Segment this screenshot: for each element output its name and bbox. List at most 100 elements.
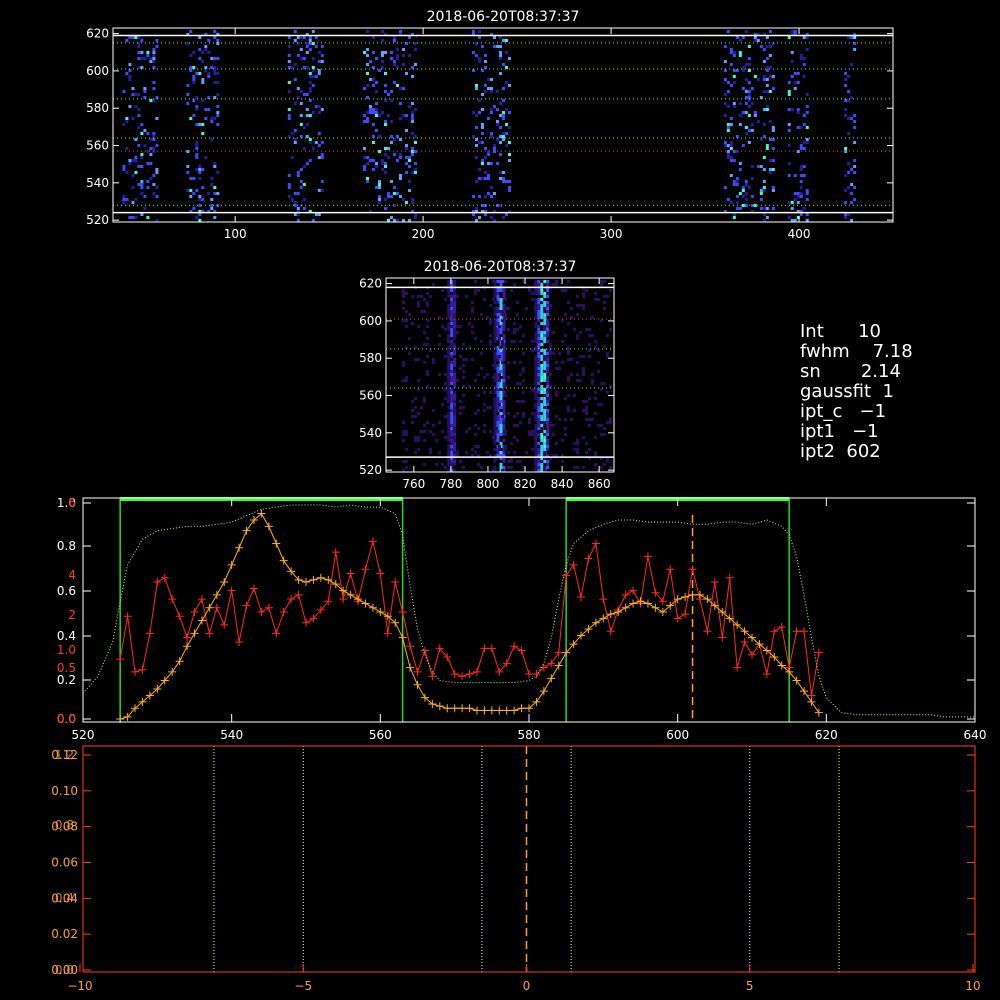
heatmap-pixel xyxy=(386,93,390,96)
heatmap-pixel xyxy=(847,90,851,93)
heatmap-pixel xyxy=(140,39,144,42)
heatmap-pixel xyxy=(493,439,497,442)
heatmap-pixel xyxy=(459,367,462,370)
heatmap-pixel xyxy=(493,355,497,358)
heatmap-pixel xyxy=(447,355,451,358)
heatmap-pixel xyxy=(489,186,493,189)
lower-xtick-label: −10 xyxy=(67,979,92,993)
profile-series-0-point xyxy=(413,667,422,676)
heatmap-pixel xyxy=(844,189,848,192)
heatmap-pixel xyxy=(513,331,516,334)
heatmap-pixel xyxy=(537,364,541,367)
heatmap-pixel xyxy=(207,192,211,195)
heatmap-pixel xyxy=(549,385,552,388)
heatmap-pixel xyxy=(790,30,794,33)
heatmap-pixel xyxy=(447,424,451,427)
heatmap-pixel xyxy=(531,388,534,391)
heatmap-pixel xyxy=(405,430,408,433)
heatmap-pixel xyxy=(474,207,478,210)
heatmap-pixel xyxy=(588,349,591,352)
heatmap-pixel xyxy=(293,204,297,207)
heatmap-pixel xyxy=(793,192,797,195)
heatmap-pixel xyxy=(543,322,547,325)
heatmap-pixel xyxy=(540,451,544,454)
heatmap-pixel xyxy=(299,57,303,60)
heatmap-pixel xyxy=(591,382,594,385)
heatmap-pixel xyxy=(756,39,760,42)
heatmap-pixel xyxy=(299,168,303,171)
heatmap-pixel xyxy=(122,201,126,204)
heatmap-pixel xyxy=(140,57,144,60)
profile-series-0-point xyxy=(406,642,415,651)
heatmap-pixel xyxy=(140,186,144,189)
heatmap-pixel xyxy=(140,180,144,183)
heatmap-pixel xyxy=(413,168,417,171)
heatmap-pixel xyxy=(447,361,451,364)
heatmap-pixel xyxy=(744,192,748,195)
heatmap-pixel xyxy=(537,349,541,352)
heatmap-pixel xyxy=(195,123,199,126)
heatmap-pixel xyxy=(450,382,454,385)
heatmap-pixel xyxy=(747,81,751,84)
profile-series-1-point xyxy=(264,522,273,531)
heatmap-pixel xyxy=(546,439,550,442)
heatmap-pixel xyxy=(492,298,495,301)
heatmap-pixel xyxy=(546,445,550,448)
heatmap-pixel xyxy=(499,352,503,355)
heatmap-pixel xyxy=(723,114,727,117)
heatmap-pixel xyxy=(471,331,474,334)
heatmap-pixel xyxy=(432,433,435,436)
heatmap-pixel xyxy=(489,108,493,111)
heatmap-pixel xyxy=(192,78,196,81)
heatmap-pixel xyxy=(735,195,739,198)
heatmap-pixel xyxy=(499,349,503,352)
heatmap-pixel xyxy=(389,141,393,144)
heatmap-pixel xyxy=(377,180,381,183)
heatmap-pixel xyxy=(531,412,534,415)
heatmap-pixel xyxy=(371,141,375,144)
profile-series-0-point xyxy=(220,620,229,629)
profile-series-0-point xyxy=(197,595,206,604)
heatmap-pixel xyxy=(302,198,306,201)
heatmap-pixel xyxy=(305,123,309,126)
profile-series-0-point xyxy=(681,610,690,619)
heatmap-pixel xyxy=(395,159,399,162)
heatmap-pixel xyxy=(499,400,503,403)
heatmap-1-ytick-label: 620 xyxy=(359,277,382,291)
profile-series-0-point xyxy=(212,603,221,612)
heatmap-pixel xyxy=(546,352,550,355)
heatmap-pixel xyxy=(534,379,538,382)
heatmap-pixel xyxy=(417,358,420,361)
heatmap-pixel xyxy=(420,295,423,298)
heatmap-pixel xyxy=(293,30,297,33)
heatmap-pixel xyxy=(317,213,321,216)
heatmap-pixel xyxy=(392,63,396,66)
heatmap-pixel xyxy=(741,111,745,114)
heatmap-pixel xyxy=(844,84,848,87)
heatmap-0-xtick-label: 400 xyxy=(788,227,811,241)
heatmap-pixel xyxy=(447,337,451,340)
heatmap-pixel xyxy=(496,349,500,352)
heatmap-pixel xyxy=(741,144,745,147)
heatmap-pixel xyxy=(606,355,609,358)
heatmap-pixel xyxy=(149,162,153,165)
heatmap-pixel xyxy=(423,439,426,442)
heatmap-pixel xyxy=(404,72,408,75)
heatmap-pixel xyxy=(140,153,144,156)
heatmap-pixel xyxy=(726,90,730,93)
heatmap-pixel xyxy=(317,144,321,147)
heatmap-pixel xyxy=(502,295,506,298)
heatmap-pixel xyxy=(410,132,414,135)
heatmap-pixel xyxy=(413,150,417,153)
heatmap-pixel xyxy=(287,54,291,57)
profile-series-0-point xyxy=(554,648,563,657)
heatmap-pixel xyxy=(567,349,570,352)
heatmap-pixel xyxy=(414,358,417,361)
heatmap-pixel xyxy=(429,448,432,451)
heatmap-pixel xyxy=(450,397,454,400)
heatmap-pixel xyxy=(850,183,854,186)
heatmap-pixel xyxy=(152,135,156,138)
heatmap-pixel xyxy=(377,186,381,189)
heatmap-pixel xyxy=(411,415,414,418)
heatmap-pixel xyxy=(747,141,751,144)
